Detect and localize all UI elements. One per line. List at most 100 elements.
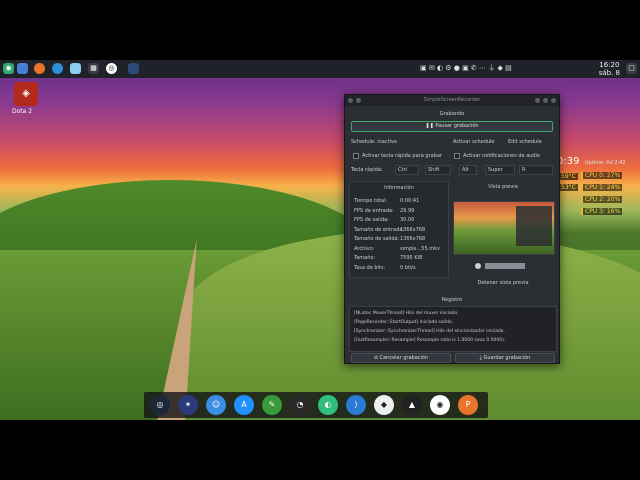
- edit-schedule-button[interactable]: Edit schedule: [508, 139, 542, 145]
- hotkey-super-toggle[interactable]: Super: [485, 165, 515, 175]
- top-panel: ◉ ▦ ◎ ▣ ✉ ◐ ⚙ ● ▣ ✆ ⋯ ⏚ ◆ ▤ 16:20 sáb. 8…: [0, 60, 640, 78]
- info-key: FPS de salida:: [354, 217, 389, 223]
- recorder-window: SimpleScreenRecorder Grabando ❚❚ Pausar …: [344, 94, 560, 364]
- conky-uptime: Uptime: 0d 2:42: [585, 160, 626, 166]
- hotkey-label: Tecla rápida:: [351, 167, 383, 173]
- clock-time: 16:20: [599, 61, 620, 69]
- conky-temp-1: 59°C: [559, 173, 578, 180]
- preview-image: [453, 201, 555, 255]
- log-line: [PageRecorder::StartOutput] Iniciada sal…: [354, 320, 454, 325]
- maximize-icon[interactable]: [543, 98, 548, 103]
- hotkey-shift-toggle[interactable]: Shift: [425, 165, 451, 175]
- bottom-buttons: ⊘ Cancelar grabación ⤓ Guardar grabación: [345, 351, 559, 365]
- clock-date: sáb. 8: [598, 69, 620, 77]
- cancel-recording-button[interactable]: ⊘ Cancelar grabación: [351, 353, 451, 363]
- workspace-icon[interactable]: [17, 63, 28, 74]
- steam-icon[interactable]: ◎: [150, 395, 170, 415]
- preview-title: Vista previa: [488, 184, 518, 190]
- clock[interactable]: 16:20 sáb. 8: [599, 61, 620, 77]
- unity-icon[interactable]: ◆: [374, 395, 394, 415]
- window-menu-icon[interactable]: [348, 98, 353, 103]
- app-menu-icon[interactable]: ◉: [3, 63, 14, 74]
- info-value: 0:00:41: [400, 198, 420, 204]
- browser-icon[interactable]: [52, 63, 63, 74]
- info-value: 7595 KiB: [400, 255, 423, 261]
- hotkey-key-select[interactable]: R: [519, 165, 553, 175]
- log-panel[interactable]: [NLatec MuxerThread] Hilo del muxer inic…: [349, 306, 557, 352]
- finder-icon[interactable]: ☺: [206, 395, 226, 415]
- conky-cpu-0: CPU 0: 27%: [581, 172, 623, 179]
- preview-panel: Vista previa: [451, 181, 555, 276]
- info-key: FPS de entrada:: [354, 207, 394, 214]
- window-pin-icon[interactable]: [356, 98, 361, 103]
- info-value: 30.00: [400, 217, 415, 223]
- info-value: simple...55.mkv: [400, 245, 440, 252]
- krita-icon[interactable]: ✶: [178, 395, 198, 415]
- hotkey-ctrl-toggle[interactable]: Ctrl: [395, 165, 419, 175]
- audio-icon: [475, 263, 481, 269]
- info-key: Tamaño:: [354, 255, 376, 261]
- desktop: ◉ ▦ ◎ ▣ ✉ ◐ ⚙ ● ▣ ✆ ⋯ ⏚ ◆ ▤ 16:20 sáb. 8…: [0, 60, 640, 420]
- conky-cpu-1: CPU 1: 24%: [581, 184, 623, 191]
- vlc-icon[interactable]: ◔: [290, 395, 310, 415]
- clementine-icon[interactable]: ◐: [318, 395, 338, 415]
- pause-icon: ❚❚: [425, 123, 436, 129]
- inkscape-icon[interactable]: ▲: [402, 395, 422, 415]
- save-recording-label: Guardar grabación: [483, 355, 531, 361]
- tray-icons[interactable]: ▣ ✉ ◐ ⚙ ● ▣ ✆ ⋯ ⏚ ◆ ▤: [420, 62, 512, 75]
- pause-recording-label: Pausar grabación: [435, 123, 479, 129]
- blender-icon[interactable]: ◉: [430, 395, 450, 415]
- preview-window-thumb: [516, 206, 552, 246]
- close-icon[interactable]: [551, 98, 556, 103]
- stop-preview-button[interactable]: Detener vista previa: [451, 280, 555, 286]
- info-panel: Información Tiempo total: 0:00:41 FPS de e…: [349, 181, 449, 278]
- save-recording-button[interactable]: ⤓ Guardar grabación: [455, 353, 555, 363]
- dock: ◎ ✶ ☺ A ✎ ◔ ◐ ⟩ ◆ ▲ ◉ P: [144, 392, 488, 418]
- desktop-icon-dota2[interactable]: ◈ Dota 2: [12, 82, 40, 115]
- files-icon[interactable]: [70, 63, 81, 74]
- info-key: Tiempo total:: [354, 198, 388, 204]
- schedule-status: Schedule: inactivo: [351, 139, 397, 145]
- pycharm-icon[interactable]: ✎: [262, 395, 282, 415]
- info-key: Tasa de bits:: [354, 264, 386, 271]
- log-title: Registro: [441, 297, 463, 303]
- session-icon[interactable]: ▢: [626, 63, 637, 74]
- conky-temp-2: 53°C: [559, 184, 578, 191]
- notify-checkbox-label: Activar notificaciones de audio: [463, 153, 540, 159]
- conky-cpu-3: CPU 3: 16%: [581, 208, 623, 215]
- apps-grid-icon[interactable]: ▦: [88, 63, 99, 74]
- window-titlebar[interactable]: SimpleScreenRecorder: [345, 95, 559, 106]
- log-line: [NLatec MuxerThread] Hilo del muxer inic…: [354, 311, 459, 316]
- conky-time: 0:39: [557, 156, 580, 167]
- minimize-icon[interactable]: [535, 98, 540, 103]
- firefox-icon[interactable]: [34, 63, 45, 74]
- log-lines: [NLatec MuxerThread] Hilo del muxer inic…: [350, 307, 556, 347]
- audio-level-bar: [485, 263, 525, 269]
- info-value: 0 bit/s: [400, 264, 416, 271]
- info-key: Tamaño de entrada:: [354, 226, 405, 233]
- info-value: 29.99: [400, 207, 415, 214]
- pause-recording-button[interactable]: ❚❚ Pausar grabación: [351, 121, 553, 132]
- info-value: 1366x768: [400, 236, 426, 242]
- hotkey-alt-toggle[interactable]: Alt: [459, 165, 477, 175]
- info-key: Tamaño de salida:: [354, 236, 400, 242]
- hotkey-checkbox[interactable]: [353, 153, 359, 159]
- desktop-icon-label: Dota 2: [12, 108, 33, 115]
- cancel-recording-label: Cancelar grabación: [379, 355, 429, 361]
- conky-cpu-2: CPU 2: 20%: [581, 196, 623, 203]
- notify-checkbox[interactable]: [454, 153, 460, 159]
- dota2-icon: ◈: [14, 82, 38, 106]
- recording-status: Grabando: [439, 111, 465, 117]
- log-line: [Synchronizer::SynchronizerThread] Hilo …: [354, 329, 505, 334]
- wps-icon[interactable]: P: [458, 395, 478, 415]
- info-key: Archivo:: [354, 245, 375, 252]
- hotkey-checkbox-label: Activar tecla rápida para grabar: [362, 153, 442, 159]
- terminal-icon[interactable]: [128, 63, 139, 74]
- activate-schedule-button[interactable]: Activar schedule: [453, 139, 495, 145]
- window-title: SimpleScreenRecorder: [423, 97, 481, 103]
- appstore-icon[interactable]: A: [234, 395, 254, 415]
- log-line: [FastResampler::Resample] Resample ratio…: [354, 338, 506, 343]
- info-title: Información: [384, 185, 414, 191]
- vscode-icon[interactable]: ⟩: [346, 395, 366, 415]
- steam-tray-icon[interactable]: ◎: [106, 63, 117, 74]
